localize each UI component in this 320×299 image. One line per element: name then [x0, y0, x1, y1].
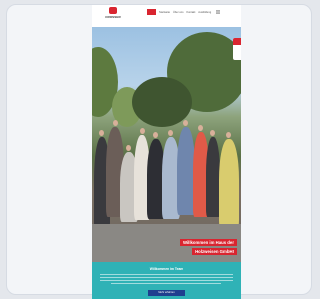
- person-head: [113, 120, 118, 126]
- site-logo[interactable]: CROSSER: [100, 7, 126, 25]
- nav-link-home[interactable]: Startseite: [159, 11, 170, 14]
- person-head: [183, 120, 188, 126]
- menu-icon[interactable]: [216, 10, 221, 14]
- hero-headline: Willkommen im Haus der Holzweisen GmbH!: [179, 239, 237, 255]
- person-head: [198, 125, 203, 131]
- nav-link-contact[interactable]: Kontakt: [187, 11, 196, 14]
- person-head: [140, 128, 145, 134]
- logo-mark-icon: [109, 7, 117, 14]
- section-title: Willkommen im Team: [149, 267, 184, 271]
- person-head: [210, 130, 215, 136]
- headline-line-1: Willkommen im Haus der: [179, 239, 237, 246]
- person-head: [99, 130, 104, 136]
- logo-wordmark: CROSSER: [105, 16, 121, 19]
- person-shape: [219, 139, 239, 229]
- person-head: [226, 132, 231, 138]
- paragraph-line: [100, 274, 233, 276]
- nav-link-about[interactable]: Über uns: [173, 11, 184, 14]
- paragraph-line: [100, 280, 233, 282]
- person-head: [153, 132, 158, 138]
- site-header: CROSSER Startseite Über uns Kontakt Ausb…: [92, 5, 241, 28]
- paragraph-line: [100, 277, 233, 279]
- nav-link-training[interactable]: Ausbildung: [198, 11, 211, 14]
- headline-line-2: Holzweisen GmbH!: [192, 248, 237, 255]
- person-head: [168, 130, 173, 136]
- side-tab-accent-icon: [233, 38, 241, 45]
- top-navigation: Startseite Über uns Kontakt Ausbildung: [147, 9, 221, 15]
- paragraph-line: [111, 283, 221, 285]
- welcome-section: Willkommen im Team Mehr erfahren: [92, 262, 241, 299]
- mobile-website-preview[interactable]: CROSSER Startseite Über uns Kontakt Ausb…: [92, 5, 241, 299]
- tree-shape: [132, 77, 192, 127]
- flag-icon[interactable]: [147, 9, 156, 15]
- hero-team-photo: [92, 27, 241, 262]
- person-head: [126, 145, 131, 151]
- more-info-button[interactable]: Mehr erfahren: [148, 290, 185, 296]
- side-contact-tab[interactable]: [233, 38, 241, 60]
- person-shape: [206, 137, 220, 217]
